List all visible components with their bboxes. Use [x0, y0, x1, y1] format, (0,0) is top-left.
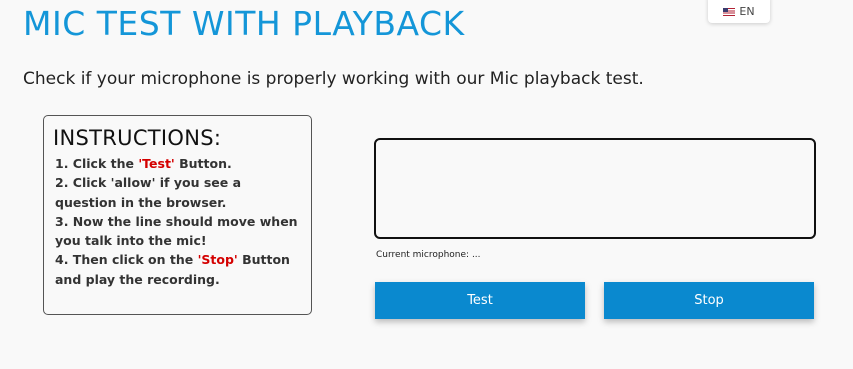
step-highlight: 'Stop' — [197, 252, 238, 268]
step-text: 4. Then click on the — [55, 252, 198, 268]
instruction-step: 2. Click 'allow' if you see a question i… — [55, 173, 303, 212]
instruction-step: 4. Then click on the 'Stop' Button and p… — [55, 250, 303, 289]
instructions-heading: INSTRUCTIONS: — [53, 126, 222, 150]
instruction-step: 3. Now the line should move when you tal… — [55, 212, 303, 251]
us-flag-icon — [723, 7, 736, 16]
stop-button[interactable]: Stop — [604, 282, 814, 319]
current-microphone-label: Current microphone: ... — [376, 250, 481, 260]
step-text-after: Button. — [174, 156, 232, 171]
instructions-list: 1. Click the 'Test' Button. 2. Click 'al… — [55, 154, 303, 289]
page-subtitle: Check if your microphone is properly wor… — [23, 69, 644, 89]
language-label: EN — [739, 5, 755, 18]
instruction-step: 1. Click the 'Test' Button. — [55, 154, 303, 173]
step-highlight: 'Test' — [138, 156, 175, 171]
step-text: 2. Click 'allow' if you see a question i… — [55, 175, 242, 210]
language-selector[interactable]: EN — [708, 0, 770, 23]
step-text: 3. Now the line should move when you tal… — [55, 213, 298, 249]
step-text: 1. Click the — [55, 156, 139, 171]
page-title: MIC TEST WITH PLAYBACK — [23, 4, 465, 43]
test-button[interactable]: Test — [375, 282, 585, 319]
instructions-panel: INSTRUCTIONS: 1. Click the 'Test' Button… — [43, 115, 312, 315]
audio-visualizer — [374, 138, 816, 239]
